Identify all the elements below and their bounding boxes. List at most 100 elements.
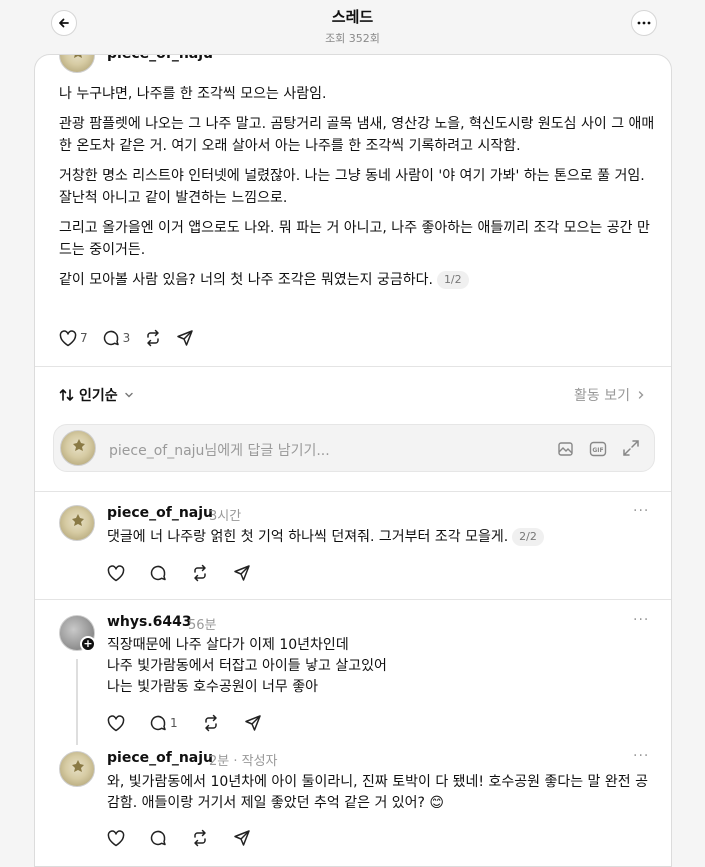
comment-icon: [103, 330, 119, 346]
logo-mark-icon: [72, 514, 84, 526]
share-icon: [177, 330, 194, 346]
gif-icon[interactable]: GIF: [588, 439, 608, 459]
repost-button[interactable]: [191, 564, 209, 582]
post-body: 나 누구냐면, 나주를 한 조각씩 모으는 사람임. 관광 팜플렛에 나오는 그…: [59, 83, 655, 299]
thread-line: [76, 659, 78, 745]
repost-button[interactable]: [202, 714, 220, 732]
comment-body: 직장때문에 나주 살다가 이제 10년차인데 나주 빛가람동에서 터잡고 아이들…: [107, 635, 652, 698]
comment-text: 댓글에 너 나주랑 얽힌 첫 기억 하나씩 던져줘. 그거부터 조각 모을게.: [107, 529, 509, 545]
repost-button[interactable]: [191, 829, 209, 847]
activity-link-label: 활동 보기: [574, 388, 630, 404]
divider: [35, 366, 671, 367]
share-button[interactable]: [233, 829, 251, 847]
comment-button[interactable]: [149, 829, 167, 847]
more-horizontal-icon: [637, 21, 651, 25]
comment-more-button[interactable]: ···: [633, 748, 649, 764]
heart-icon: [59, 329, 77, 346]
comment-line: 나주 빛가람동에서 터잡고 아이들 낳고 살고있어: [107, 658, 387, 674]
comment-button[interactable]: 3: [102, 329, 131, 347]
comment-text: 와, 빛가람동에서 10년차에 아이 둘이라니, 진짜 토박이 다 됐네! 호수…: [107, 774, 648, 811]
top-bar: 스레드 조회 352회: [0, 0, 705, 50]
comment-button[interactable]: [149, 564, 167, 582]
like-button[interactable]: [107, 714, 125, 732]
share-icon: [234, 830, 250, 846]
page-title: 스레드: [331, 8, 374, 26]
divider: [35, 491, 671, 492]
comment-icon: [150, 565, 166, 581]
like-button[interactable]: [107, 564, 125, 582]
reply-placeholder: piece_of_naju님에게 답글 남기기...: [109, 440, 330, 460]
share-icon: [234, 565, 250, 581]
comment-time: 3시간: [209, 509, 242, 524]
comment-avatar[interactable]: [59, 751, 95, 787]
post-paragraph: 거창한 명소 리스트야 인터넷에 널렸잖아. 나는 그냥 동네 사람이 '야 여…: [59, 168, 645, 206]
sort-label: 인기순: [79, 388, 118, 404]
sort-icon: [59, 389, 74, 401]
comment-line: 나는 빛가람동 호수공원이 너무 좋아: [107, 679, 318, 695]
comment-icon: [150, 830, 166, 846]
like-button[interactable]: 7: [59, 329, 88, 347]
post-username[interactable]: piece_of_naju: [107, 55, 213, 62]
comment-body: 댓글에 너 나주랑 얽힌 첫 기억 하나씩 던져줘. 그거부터 조각 모을게. 2…: [107, 527, 652, 548]
smile-emoji: 😊: [429, 795, 445, 811]
title-block: 스레드 조회 352회: [0, 6, 705, 46]
logo-mark-icon: [73, 439, 85, 451]
post-actions: 7 3: [59, 327, 208, 349]
reply-placeholder-username: piece_of_naju: [109, 443, 205, 459]
chevron-down-icon: [124, 392, 133, 398]
expand-icon[interactable]: [622, 439, 640, 457]
thread-card: piece_of_naju 나 누구냐면, 나주를 한 조각씩 모으는 사람임.…: [34, 54, 672, 867]
post-paragraph: 관광 팜플렛에 나오는 그 나주 말고. 곰탕거리 골목 냄새, 영산강 노을,…: [59, 116, 655, 154]
image-icon[interactable]: [556, 439, 576, 459]
post-avatar[interactable]: [59, 55, 95, 73]
sort-dropdown[interactable]: 인기순: [59, 385, 135, 405]
comment-actions: [107, 562, 265, 584]
page-indicator: 1/2: [436, 271, 469, 289]
author-tag: · 작성자: [233, 754, 278, 769]
divider: [35, 599, 671, 600]
comment-count: 1: [170, 716, 178, 730]
reply-input[interactable]: piece_of_naju님에게 답글 남기기... GIF: [53, 424, 655, 472]
comment-username[interactable]: piece_of_naju: [107, 505, 213, 521]
share-button[interactable]: [233, 564, 251, 582]
comment-count: 3: [122, 331, 131, 345]
comment-button[interactable]: 1: [149, 714, 178, 732]
chevron-right-icon: [638, 391, 644, 399]
plus-icon: +: [83, 637, 93, 650]
page-indicator: 2/2: [512, 528, 544, 546]
svg-text:GIF: GIF: [592, 447, 603, 454]
repost-icon: [204, 714, 217, 732]
comment-actions: [107, 827, 265, 849]
reply-avatar: [60, 430, 96, 466]
repost-icon: [194, 564, 206, 582]
repost-icon: [194, 829, 206, 847]
view-count: 조회 352회: [325, 32, 380, 45]
post-paragraph: 나 누구냐면, 나주를 한 조각씩 모으는 사람임.: [59, 86, 327, 102]
comment-time-value: 2분: [209, 754, 230, 769]
follow-button[interactable]: +: [80, 636, 96, 652]
comment-icon: [150, 715, 166, 731]
comment-time: 2분 · 작성자: [209, 750, 278, 769]
share-button[interactable]: [176, 329, 194, 347]
activity-link[interactable]: 활동 보기: [574, 385, 647, 405]
comment-more-button[interactable]: ···: [633, 612, 649, 628]
repost-icon: [147, 329, 160, 347]
share-icon: [244, 715, 261, 731]
comment-more-button[interactable]: ···: [633, 503, 649, 519]
comment-username[interactable]: whys.6443: [107, 614, 192, 630]
post-last-line: 같이 모아볼 사람 있음? 너의 첫 나주 조각은 뭐였는지 궁금하다.: [59, 272, 433, 288]
heart-icon: [107, 714, 125, 731]
heart-icon: [107, 829, 125, 846]
comment-line: 직장때문에 나주 살다가 이제 10년차인데: [107, 637, 349, 653]
repost-button[interactable]: [144, 329, 162, 347]
comment-body: 와, 빛가람동에서 10년차에 아이 둘이라니, 진짜 토박이 다 됐네! 호수…: [107, 772, 652, 814]
like-button[interactable]: [107, 829, 125, 847]
like-count: 7: [80, 331, 88, 345]
heart-icon: [107, 564, 125, 581]
comment-avatar[interactable]: [59, 505, 95, 541]
reply-placeholder-text: 님에게 답글 남기기...: [204, 443, 330, 459]
share-button[interactable]: [244, 714, 262, 732]
logo-mark-icon: [72, 760, 84, 772]
thread-options-button[interactable]: [631, 10, 657, 36]
comment-username[interactable]: piece_of_naju: [107, 750, 213, 766]
